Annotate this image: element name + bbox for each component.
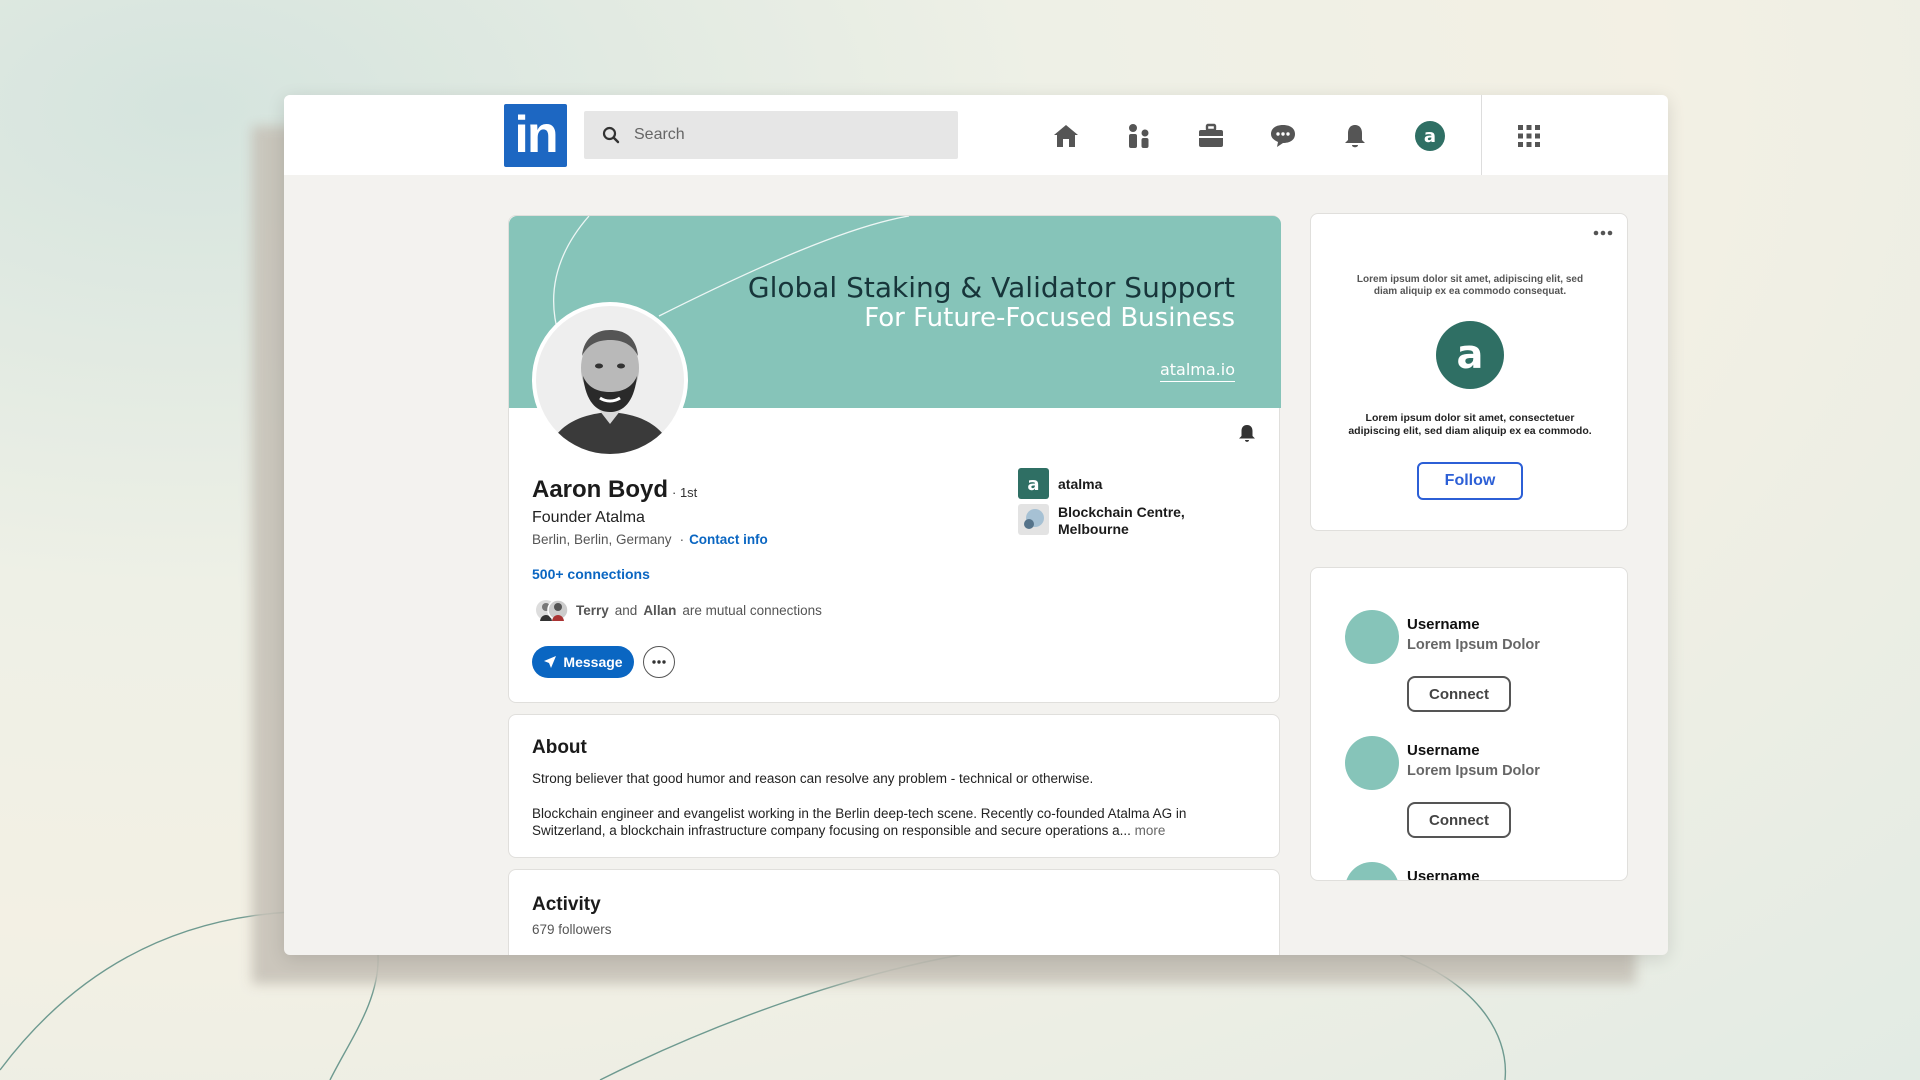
company-name: atalma — [1058, 475, 1103, 492]
activity-card: Activity 679 followers — [508, 869, 1280, 955]
school-logo — [1018, 504, 1049, 535]
see-more-link[interactable]: more — [1135, 823, 1166, 838]
more-options-icon[interactable] — [1593, 230, 1613, 236]
school-name: Blockchain Centre, Melbourne — [1058, 504, 1185, 537]
mutual-suffix: are mutual connections — [682, 602, 822, 618]
profile-photo[interactable] — [532, 302, 688, 458]
banner-url: atalma.io — [1159, 360, 1235, 382]
about-paragraph-2: Blockchain engineer and evangelist worki… — [532, 805, 1262, 839]
about-heading: About — [532, 737, 587, 758]
nav-divider — [1481, 95, 1482, 175]
mutual-name-a: Terry — [576, 602, 609, 618]
profile-headline: Founder Atalma — [532, 509, 645, 526]
about-card: About Strong believer that good humor an… — [508, 714, 1280, 858]
name-row: Aaron Boyd · 1st — [532, 476, 697, 504]
banner-title: Global Staking & Validator Support — [747, 271, 1235, 304]
more-horizontal-icon — [652, 660, 666, 664]
banner-subtitle: For Future-Focused Business — [864, 303, 1235, 333]
notifications-icon[interactable] — [1339, 120, 1371, 152]
suggestion-avatar[interactable] — [1345, 862, 1399, 880]
message-button-label: Message — [563, 654, 623, 670]
suggestion-username[interactable]: Username — [1407, 742, 1480, 759]
me-icon[interactable]: a — [1414, 120, 1446, 152]
location-separator: · — [679, 532, 685, 547]
connection-degree: · 1st — [672, 485, 698, 500]
profile-photo-image — [536, 306, 684, 454]
notification-bell-icon[interactable] — [1237, 423, 1257, 443]
education[interactable]: Blockchain Centre, Melbourne — [1018, 504, 1208, 538]
suggestion-username[interactable]: Username — [1407, 868, 1480, 880]
suggestion-username[interactable]: Username — [1407, 616, 1480, 633]
suggestion-avatar[interactable] — [1345, 736, 1399, 790]
mutual-connections[interactable]: Terry and Allan are mutual connections — [536, 599, 822, 621]
location-row: Berlin, Berlin, Germany · Contact info — [532, 532, 768, 547]
connections-link[interactable]: 500+ connections — [532, 566, 650, 582]
atalma-ad-logo[interactable]: a — [1436, 321, 1504, 389]
ad-bottom-text: Lorem ipsum dolor sit amet, consectetuer… — [1348, 412, 1592, 437]
messaging-icon[interactable] — [1267, 120, 1299, 152]
search-box[interactable] — [584, 111, 958, 159]
svg-text:a: a — [1457, 332, 1484, 378]
work-grid-icon[interactable] — [1513, 120, 1545, 152]
mutual-name-b: Allan — [643, 602, 677, 618]
atalma-company-logo: a — [1018, 468, 1049, 499]
suggestion-subtitle: Lorem Ipsum Dolor — [1407, 763, 1540, 779]
about-paragraph-2-text: Blockchain engineer and evangelist worki… — [532, 806, 1187, 838]
suggestion-subtitle: Lorem Ipsum Dolor — [1407, 637, 1540, 653]
send-icon — [544, 656, 557, 668]
search-icon — [602, 126, 620, 144]
linkedin-logo[interactable]: in — [504, 104, 567, 167]
profile-location: Berlin, Berlin, Germany — [532, 532, 672, 547]
suggestion-avatar[interactable] — [1345, 610, 1399, 664]
people-suggestions-card: Username Lorem Ipsum Dolor Connect Usern… — [1310, 567, 1628, 881]
activity-heading: Activity — [532, 894, 601, 915]
profile-card: Global Staking & Validator Support For F… — [508, 215, 1281, 703]
profile-name: Aaron Boyd — [532, 476, 669, 503]
jobs-icon[interactable] — [1195, 120, 1227, 152]
about-paragraph-1: Strong believer that good humor and reas… — [532, 771, 1094, 786]
current-company[interactable]: a atalma — [1018, 468, 1102, 499]
mutual-and: and — [614, 602, 638, 618]
my-network-icon[interactable] — [1123, 120, 1155, 152]
follower-count: 679 followers — [532, 922, 612, 937]
home-icon[interactable] — [1050, 120, 1082, 152]
browser-window: in Search a Global Staking & Validator S… — [284, 95, 1668, 955]
svg-text:a: a — [1027, 474, 1039, 495]
more-actions-button[interactable] — [643, 646, 675, 678]
ad-card: Lorem ipsum dolor sit amet, adipiscing e… — [1310, 213, 1628, 531]
follow-button[interactable]: Follow — [1417, 462, 1523, 500]
search-input[interactable] — [634, 126, 934, 144]
svg-text:a: a — [1424, 126, 1436, 147]
mutual-avatars — [536, 599, 569, 621]
message-button[interactable]: Message — [532, 646, 634, 678]
contact-info-link[interactable]: Contact info — [689, 532, 768, 547]
ad-top-text: Lorem ipsum dolor sit amet, adipiscing e… — [1356, 274, 1584, 297]
connect-button[interactable]: Connect — [1407, 802, 1511, 838]
top-navigation-bar: in Search a — [284, 95, 1668, 175]
connect-button[interactable]: Connect — [1407, 676, 1511, 712]
